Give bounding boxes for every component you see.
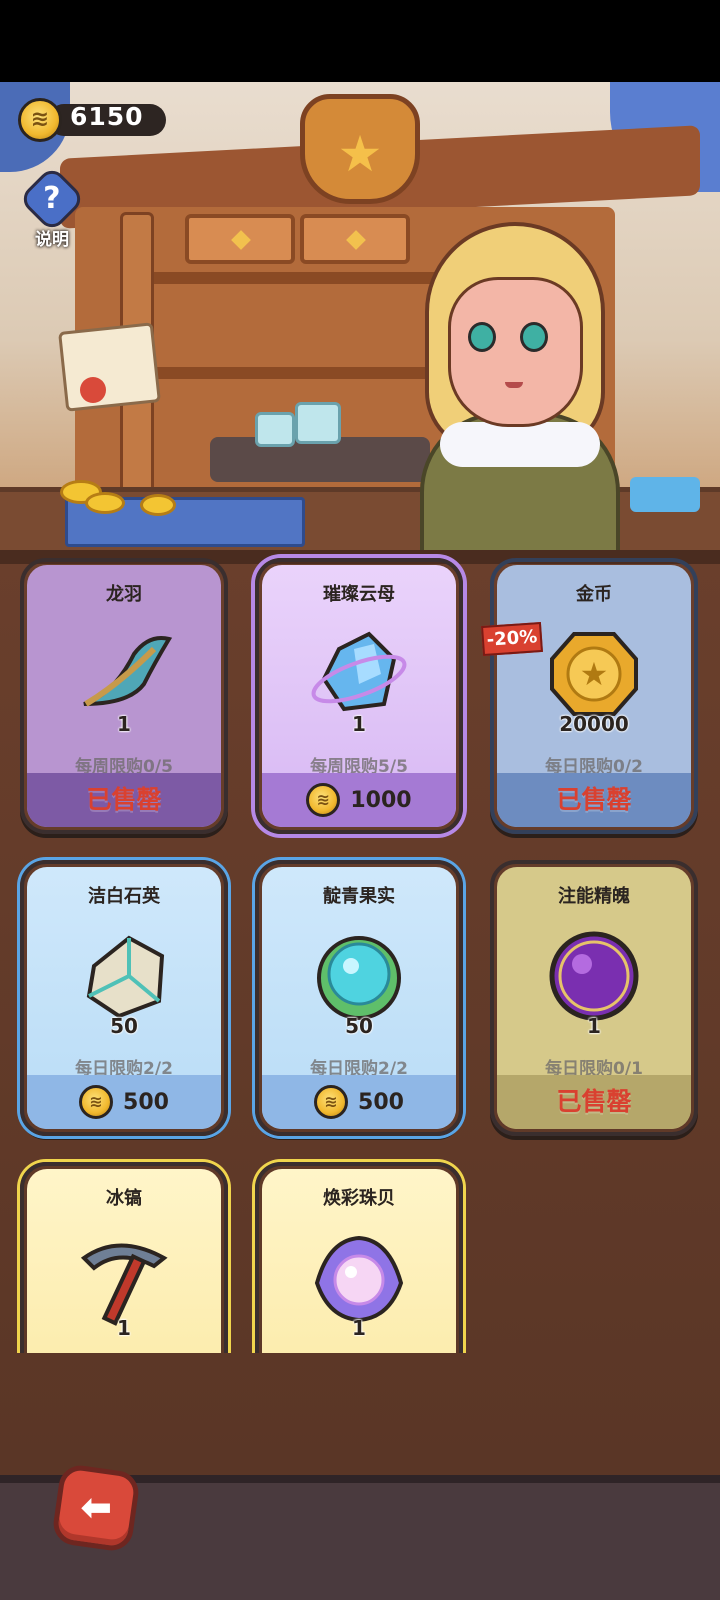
shopkeeper-eye bbox=[520, 322, 548, 352]
item-name: 金币 bbox=[576, 584, 612, 605]
item-name: 洁白石英 bbox=[88, 886, 160, 907]
price-button[interactable]: 500 bbox=[262, 1075, 456, 1129]
price-value: 500 bbox=[123, 1089, 169, 1115]
item-name: 焕彩珠贝 bbox=[323, 1188, 395, 1209]
item-name: 靛青果实 bbox=[323, 886, 395, 907]
shopkeeper-collar bbox=[440, 422, 600, 467]
shop-item-card[interactable]: 璀璨云母 1 每周限购5/5 1000 bbox=[255, 558, 463, 834]
help-button[interactable]: ? 说明 bbox=[18, 165, 86, 250]
shop-item-card[interactable]: 焕彩珠贝 1 bbox=[255, 1162, 463, 1353]
shop-scene: ★ bbox=[0, 82, 720, 550]
shop-item-card[interactable]: 金币 ★ 20000 每日限购0/2 已售罄 bbox=[490, 558, 698, 834]
item-quantity: 1 bbox=[117, 712, 131, 736]
item-quantity: 1 bbox=[352, 1316, 366, 1340]
notice-scroll bbox=[58, 322, 161, 412]
price-value: 1000 bbox=[350, 787, 412, 813]
pearl-shell-icon bbox=[314, 1235, 404, 1323]
item-name: 注能精魄 bbox=[558, 886, 630, 907]
gold-crystal-coin-icon bbox=[18, 98, 62, 142]
gold-crystal-coin-icon bbox=[79, 1085, 114, 1119]
item-quantity: 1 bbox=[117, 1316, 131, 1340]
shop-item-card[interactable]: 冰镐 1 bbox=[20, 1162, 228, 1353]
price-button[interactable]: 500 bbox=[27, 1075, 221, 1129]
drawer bbox=[185, 214, 295, 264]
wax-seal bbox=[80, 377, 106, 403]
white-quartz-icon bbox=[86, 935, 165, 1019]
sold-out-label: 已售罄 bbox=[556, 785, 632, 814]
help-label: 说明 bbox=[35, 230, 69, 250]
price-value: 500 bbox=[358, 1089, 404, 1115]
gold-crystal-coin-icon bbox=[314, 1085, 349, 1119]
discount-badge: -20% bbox=[481, 621, 543, 657]
item-quantity: 1 bbox=[587, 1014, 601, 1038]
mica-crystal-icon bbox=[311, 631, 407, 712]
ore-block bbox=[295, 402, 341, 444]
shopkeeper-face bbox=[448, 277, 583, 427]
sold-out-label: 已售罄 bbox=[556, 1087, 632, 1116]
ore-block bbox=[255, 412, 295, 447]
question-icon: ? bbox=[18, 165, 86, 233]
gold-crystal-coin-icon bbox=[306, 783, 341, 817]
item-quantity: 50 bbox=[110, 1014, 138, 1038]
ice-pickaxe-icon bbox=[80, 1243, 168, 1326]
item-quantity: 50 bbox=[345, 1014, 373, 1038]
currency-value: 6150 bbox=[70, 102, 144, 131]
back-button[interactable]: ⬅ bbox=[50, 1462, 142, 1554]
dragon-feather-icon bbox=[83, 636, 173, 707]
ice-crystal bbox=[630, 477, 700, 512]
sold-out-footer: 已售罄 bbox=[497, 773, 691, 827]
svg-text:★: ★ bbox=[580, 655, 609, 693]
item-name: 龙羽 bbox=[106, 584, 142, 605]
energy-orb-icon bbox=[549, 931, 639, 1021]
gold-coin-star-icon: ★ bbox=[550, 632, 638, 716]
item-quantity: 20000 bbox=[559, 712, 629, 736]
item-quantity: 1 bbox=[352, 712, 366, 736]
shop-item-list: 龙羽 1 每周限购0/5 已售罄 璀璨云母 1 每周限购5/5 1000 bbox=[0, 550, 720, 1353]
item-name: 璀璨云母 bbox=[323, 584, 395, 605]
indigo-fruit-icon bbox=[317, 936, 401, 1020]
shop-item-card[interactable]: 洁白石英 50 每日限购2/2 500 bbox=[20, 860, 228, 1136]
gold-coin bbox=[85, 492, 125, 514]
shop-item-card[interactable]: 龙羽 1 每周限购0/5 已售罄 bbox=[20, 558, 228, 834]
back-arrow-icon: ⬅ bbox=[80, 1485, 113, 1530]
sold-out-label: 已售罄 bbox=[86, 785, 162, 814]
gold-coin bbox=[140, 494, 176, 516]
shop-item-card[interactable]: 注能精魄 1 每日限购0/1 已售罄 bbox=[490, 860, 698, 1136]
item-name: 冰镐 bbox=[106, 1188, 142, 1209]
shop-grid-area: 龙羽 1 每周限购0/5 已售罄 璀璨云母 1 每周限购5/5 1000 bbox=[0, 550, 720, 1475]
shopkeeper-eye bbox=[468, 322, 496, 352]
shop-item-card[interactable]: 靛青果实 50 每日限购2/2 500 bbox=[255, 860, 463, 1136]
star-icon: ★ bbox=[337, 125, 383, 183]
drawer bbox=[300, 214, 410, 264]
price-button[interactable]: 1000 bbox=[262, 773, 456, 827]
sold-out-footer: 已售罄 bbox=[27, 773, 221, 827]
sold-out-footer: 已售罄 bbox=[497, 1075, 691, 1129]
status-bar bbox=[0, 0, 720, 82]
